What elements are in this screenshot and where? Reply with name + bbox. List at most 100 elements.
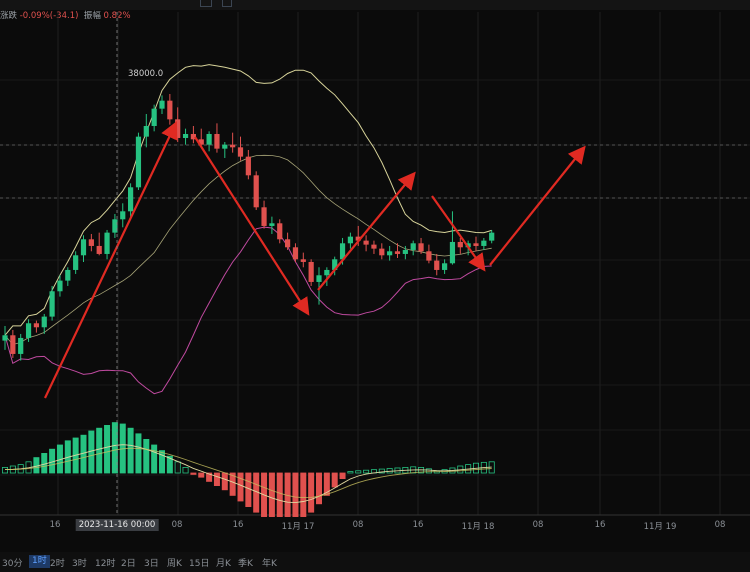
period-button[interactable]: 年K <box>262 556 277 569</box>
x-tick-label: 16 <box>49 520 61 530</box>
candle-body <box>300 259 306 262</box>
x-tick-label: 16 <box>232 520 244 530</box>
macd-bar <box>190 472 197 475</box>
candle-body <box>120 211 126 220</box>
candle-body <box>449 241 456 264</box>
macd-bar <box>363 469 370 474</box>
candle-body <box>206 133 212 145</box>
period-bar: 30分 1时 2时 3时 12时 2日 3日 周K 15日 月K 季K 年K <box>0 552 750 572</box>
candle-body <box>73 255 79 270</box>
macd-bar <box>237 472 244 502</box>
candle-body <box>167 100 173 120</box>
candle-body <box>261 207 267 226</box>
x-axis: 16 2023-11-16 00:00 08 16 11月 17 08 16 11月 18 08… <box>0 517 750 532</box>
period-button[interactable]: 15日 <box>189 556 209 569</box>
candle-body <box>96 245 102 254</box>
x-tick-label: 11月 18 <box>461 522 495 532</box>
macd-bar <box>331 472 338 488</box>
trend-arrow <box>44 121 178 399</box>
candle-body <box>128 187 134 212</box>
candle-body <box>182 133 189 138</box>
candle-body <box>143 125 149 137</box>
candle-body <box>230 144 236 148</box>
macd-bar <box>339 472 346 479</box>
period-button[interactable]: 月K <box>216 556 231 569</box>
candle-body <box>371 244 377 249</box>
candle-body <box>347 236 353 244</box>
candle-body <box>379 248 385 256</box>
trend-arrow <box>489 145 586 266</box>
candle-body <box>245 156 251 176</box>
candle-body <box>387 251 393 256</box>
candle-body <box>65 269 71 281</box>
period-button[interactable]: 季K <box>238 556 253 569</box>
candle-body <box>442 263 448 270</box>
macd-bar <box>308 472 315 513</box>
candle-body <box>80 239 87 256</box>
x-tick-label: 08 <box>532 520 544 530</box>
candle-body <box>175 119 181 138</box>
candle-body <box>394 251 401 254</box>
trend-arrow <box>317 171 416 291</box>
candle-body <box>33 323 39 328</box>
candle-body <box>135 136 142 188</box>
x-tick-label: 08 <box>171 520 183 530</box>
candle-body <box>49 291 55 317</box>
x-tick-label: 08 <box>352 520 364 530</box>
macd-bar <box>292 472 299 517</box>
macd-bar <box>347 471 354 474</box>
period-button[interactable]: 2时 <box>50 556 65 569</box>
candle-body <box>237 147 244 157</box>
candle-body <box>2 335 8 341</box>
macd-bar <box>182 466 189 474</box>
candle-body <box>41 316 47 328</box>
x-tick-label: 16 <box>412 520 424 530</box>
candle-body <box>159 100 165 109</box>
candle-body <box>222 144 228 149</box>
macd-bar <box>41 452 48 474</box>
period-button[interactable]: 12时 <box>95 556 115 569</box>
period-button[interactable]: 30分 <box>2 556 22 569</box>
candle-body <box>10 335 16 354</box>
candle-body <box>410 243 416 250</box>
period-button[interactable]: 2日 <box>121 556 136 569</box>
candle-body <box>285 239 291 248</box>
period-button[interactable]: 3日 <box>144 556 159 569</box>
candle-body <box>277 223 283 240</box>
candlesticks <box>2 94 495 361</box>
bollinger-bands <box>4 64 492 395</box>
candle-body <box>214 133 220 149</box>
price-chart[interactable] <box>0 0 750 517</box>
candle-body <box>57 280 63 292</box>
macd-bar <box>425 468 432 474</box>
x-tick-label: 2023-11-16 00:00 <box>75 519 159 531</box>
x-tick-label: 11月 19 <box>643 522 677 532</box>
x-tick-label: 16 <box>594 520 606 530</box>
boll-lower-line <box>4 226 492 395</box>
macd-bar <box>104 424 111 474</box>
candle-body <box>363 240 369 245</box>
candle-body <box>426 251 432 261</box>
macd-bar <box>135 433 142 474</box>
period-button[interactable]: 周K <box>167 556 182 569</box>
candle-body <box>473 243 479 246</box>
candle-body <box>308 261 314 282</box>
candle-body <box>88 239 94 246</box>
candle-body <box>292 247 299 260</box>
candle-body <box>457 241 463 248</box>
price-high-label: 38000.0 <box>128 69 164 79</box>
macd-bar <box>315 472 322 505</box>
x-tick-label: 08 <box>714 520 726 530</box>
candle-body <box>25 323 32 338</box>
boll-upper-line <box>4 64 492 336</box>
period-button[interactable]: 1时 <box>29 555 50 568</box>
period-button[interactable]: 3时 <box>72 556 87 569</box>
candle-body <box>402 249 408 254</box>
candle-body <box>489 232 495 241</box>
candle-body <box>18 337 24 354</box>
candle-body <box>418 243 424 252</box>
candle-body <box>316 275 322 282</box>
macd-bar <box>127 427 134 474</box>
macd-bar <box>198 472 205 478</box>
candle-body <box>151 108 157 126</box>
